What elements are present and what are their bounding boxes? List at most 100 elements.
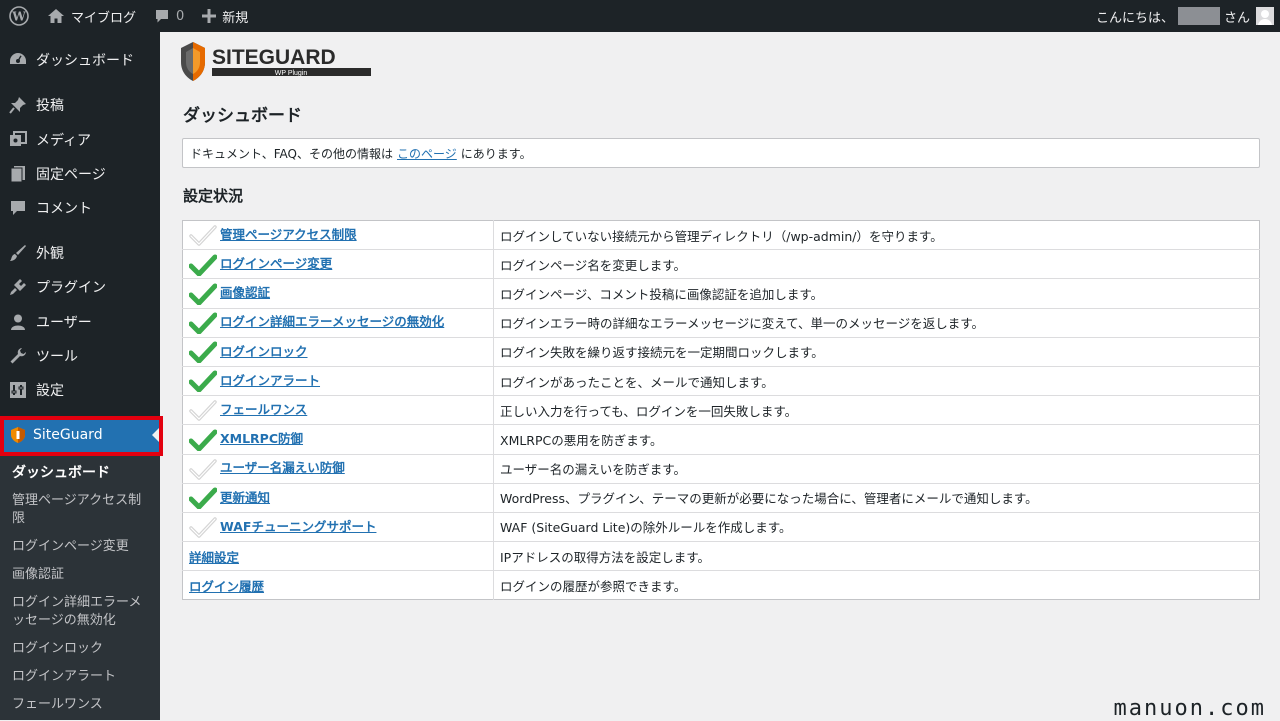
logo-brand: SITEGUARD	[212, 46, 336, 69]
check-disabled-icon	[189, 224, 217, 247]
feature-link[interactable]: ログインアラート	[220, 373, 320, 388]
settings-icon	[9, 381, 27, 399]
feature-cell: ログインロック	[182, 337, 494, 367]
feature-cell: 画像認証	[182, 278, 494, 309]
sidebar-item-dashboard[interactable]: ダッシュボード	[0, 43, 160, 77]
docs-link[interactable]: このページ	[397, 145, 457, 162]
admin-sidebar: ダッシュボード 投稿 メディア 固定ページ コメント 外観 プラグイン ユーザー…	[0, 32, 160, 720]
feature-description: ログインの履歴が参照できます。	[500, 578, 687, 594]
user-icon	[9, 313, 27, 331]
submenu-item-rename-login[interactable]: ログインページ変更	[0, 533, 160, 561]
check-enabled-icon	[188, 487, 218, 510]
feature-link[interactable]: ログインページ変更	[220, 256, 332, 271]
check-enabled-icon	[188, 283, 218, 306]
greeting: こんにちは、	[1095, 10, 1174, 26]
feature-description: IPアドレスの取得方法を設定します。	[493, 541, 1260, 572]
table-row: WAFチューニングサポート WAF (SiteGuard Lite)の除外ルールを…	[182, 512, 1260, 543]
table-row: 画像認証 ログインページ、コメント投稿に画像認証を追加します。	[182, 278, 1260, 309]
feature-link[interactable]: ログイン履歴	[189, 579, 264, 594]
feature-cell: 更新通知	[182, 483, 494, 513]
notice-suffix: にあります。	[460, 146, 532, 161]
feature-description: ログインページ、コメント投稿に画像認証を追加します。	[493, 278, 1260, 309]
comments-menu[interactable]: 0	[145, 0, 193, 32]
sidebar-label: メディア	[36, 133, 92, 149]
check-enabled-icon	[188, 429, 218, 452]
feature-description: ユーザー名の漏えいを防ぎます。	[493, 454, 1260, 484]
feature-link[interactable]: WAFチューニングサポート	[220, 519, 376, 534]
check-disabled-icon	[189, 399, 217, 422]
wrench-icon	[9, 347, 27, 365]
submenu-item-login-alert[interactable]: ログインアラート	[0, 663, 160, 691]
feature-link[interactable]: XMLRPC防御	[220, 431, 303, 446]
comment-icon	[9, 199, 27, 217]
submenu-item-login-lock[interactable]: ログインロック	[0, 635, 160, 663]
check-enabled-icon	[188, 370, 218, 393]
logo-subtitle: WP Plugin	[275, 70, 308, 77]
table-row: XMLRPC防御 XMLRPCの悪用を防ぎます。	[182, 424, 1260, 455]
table-row: 管理ページアクセス制限 ログインしていない接続元から管理ディレクトリ（/wp-ad…	[182, 220, 1260, 251]
sidebar-label: 外観	[36, 246, 64, 262]
sidebar-label: コメント	[36, 201, 92, 217]
feature-cell: WAFチューニングサポート	[182, 512, 494, 543]
sidebar-item-media[interactable]: メディア	[0, 123, 160, 157]
feature-description: WAF (SiteGuard Lite)の除外ルールを作成します。	[493, 512, 1260, 543]
admin-bar: W マイブログ 0 新規 こんにちは、 さん	[0, 0, 1280, 32]
table-row: ログイン詳細エラーメッセージの無効化 ログインエラー時の詳細なエラーメッセージに変…	[182, 308, 1260, 338]
svg-text:W: W	[11, 10, 26, 24]
feature-description: ログインページ名を変更します。	[493, 249, 1260, 280]
table-row: ログインアラート ログインがあったことを、メールで通知します。	[182, 366, 1260, 397]
sidebar-item-users[interactable]: ユーザー	[0, 305, 160, 339]
submenu-item-same-error[interactable]: ログイン詳細エラーメッセージの無効化	[0, 589, 160, 635]
feature-link[interactable]: ログイン詳細エラーメッセージの無効化	[220, 314, 444, 329]
submenu-item-admin-filter[interactable]: 管理ページアクセス制限	[0, 487, 160, 533]
feature-cell: ログインアラート	[182, 366, 494, 397]
table-row: 更新通知 WordPress、プラグイン、テーマの更新が必要になった場合に、管理者…	[182, 483, 1260, 513]
sidebar-item-comments[interactable]: コメント	[0, 191, 160, 225]
feature-cell: ログイン履歴	[182, 570, 494, 600]
sidebar-item-pages[interactable]: 固定ページ	[0, 157, 160, 191]
sidebar-item-settings[interactable]: 設定	[0, 373, 160, 407]
feature-link[interactable]: 詳細設定	[189, 550, 239, 565]
table-row: ユーザー名漏えい防御 ユーザー名の漏えいを防ぎます。	[182, 454, 1260, 484]
sidebar-item-posts[interactable]: 投稿	[0, 88, 160, 122]
feature-link[interactable]: 管理ページアクセス制限	[220, 227, 357, 242]
settings-status-table: 管理ページアクセス制限 ログインしていない接続元から管理ディレクトリ（/wp-ad…	[182, 220, 1260, 601]
submenu-item-dashboard[interactable]: ダッシュボード	[0, 459, 160, 487]
sidebar-item-tools[interactable]: ツール	[0, 339, 160, 373]
siteguard-icon	[11, 427, 25, 443]
feature-link[interactable]: ユーザー名漏えい防御	[220, 460, 345, 475]
feature-link[interactable]: 画像認証	[220, 285, 270, 300]
site-name-menu[interactable]: マイブログ	[38, 0, 145, 32]
media-icon	[9, 131, 27, 149]
submenu-item-fail-once[interactable]: フェールワンス	[0, 691, 160, 719]
table-row: フェールワンス 正しい入力を行っても、ログインを一回失敗します。	[182, 395, 1260, 426]
check-enabled-icon	[188, 312, 218, 335]
sidebar-label: SiteGuard	[33, 427, 103, 443]
new-content-menu[interactable]: 新規	[193, 0, 257, 32]
feature-description: ログインがあったことを、メールで通知します。	[493, 366, 1260, 397]
plus-icon	[202, 9, 217, 23]
avatar[interactable]	[1256, 7, 1274, 25]
table-row: ログインページ変更 ログインページ名を変更します。	[182, 249, 1260, 280]
feature-cell: ユーザー名漏えい防御	[182, 454, 494, 484]
sidebar-label: 固定ページ	[36, 167, 106, 183]
feature-link[interactable]: ログインロック	[220, 344, 308, 359]
sidebar-item-appearance[interactable]: 外観	[0, 236, 160, 270]
feature-description: ログインエラー時の詳細なエラーメッセージに変えて、単一のメッセージを返します。	[493, 308, 1260, 338]
info-notice: ドキュメント、FAQ、その他の情報は このページ にあります。	[182, 138, 1260, 168]
submenu-item-captcha[interactable]: 画像認証	[0, 561, 160, 589]
home-icon	[47, 8, 65, 24]
feature-cell: 詳細設定	[182, 541, 494, 572]
feature-description: XMLRPCの悪用を防ぎます。	[493, 424, 1260, 455]
sidebar-item-plugins[interactable]: プラグイン	[0, 270, 160, 304]
wp-logo-menu[interactable]: W	[0, 0, 38, 32]
sidebar-item-siteguard[interactable]: SiteGuard	[0, 417, 160, 453]
feature-link[interactable]: フェールワンス	[220, 402, 307, 417]
check-enabled-icon	[188, 341, 218, 364]
feature-cell: 管理ページアクセス制限	[182, 220, 494, 251]
feature-link[interactable]: 更新通知	[220, 490, 270, 505]
table-row: ログインロック ログイン失敗を繰り返す接続元を一定期間ロックします。	[182, 337, 1260, 367]
my-account-menu[interactable]: こんにちは、 さん	[1096, 0, 1280, 32]
site-name: マイブログ	[71, 10, 137, 26]
sidebar-label: ユーザー	[36, 315, 92, 331]
